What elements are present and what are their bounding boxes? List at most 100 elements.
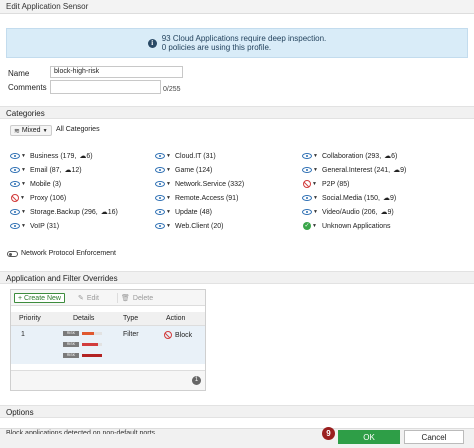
col-type: Type: [123, 315, 139, 322]
category-label: Web.Client (20): [175, 222, 224, 230]
delete-button[interactable]: 🗑 Delete: [117, 293, 156, 303]
risk-square: [82, 342, 86, 347]
category-action-dropdown[interactable]: ▼: [155, 165, 175, 175]
create-new-button[interactable]: + Create New: [14, 293, 65, 303]
window-title: Edit Application Sensor: [0, 0, 474, 14]
chevron-down-icon: ▼: [21, 153, 26, 159]
category-action-dropdown[interactable]: ▼: [302, 179, 322, 189]
category-label: VoIP (31): [30, 222, 60, 230]
cloud-count: 9): [389, 194, 397, 202]
category-item: ✓ ▼ Unknown Applications: [302, 221, 391, 231]
category-action-dropdown[interactable]: ▼: [302, 165, 322, 175]
all-categories-label: All Categories: [56, 126, 100, 133]
category-label: Cloud.IT (31): [175, 152, 216, 160]
chevron-down-icon: ▼: [313, 167, 318, 173]
row-action-label: Block: [175, 331, 193, 339]
info-line-2: 0 policies are using this profile.: [161, 43, 272, 52]
category-action-dropdown[interactable]: ▼: [302, 207, 322, 217]
category-item: ▼ Social.Media (150, ☁ 9): [302, 193, 396, 203]
category-item: ▼ Web.Client (20): [155, 221, 224, 231]
category-action-dropdown[interactable]: ▼: [10, 151, 30, 161]
chevron-down-icon: ▼: [312, 181, 317, 187]
risk-tag: RISK: [63, 342, 79, 347]
risk-square: [82, 353, 86, 358]
eye-icon: [155, 153, 165, 159]
chevron-down-icon: ▼: [313, 209, 318, 215]
category-action-dropdown[interactable]: ▼: [10, 165, 30, 175]
mixed-label: Mixed: [21, 127, 41, 134]
category-action-dropdown[interactable]: ▼: [155, 207, 175, 217]
category-item: ▼ Cloud.IT (31): [155, 151, 216, 161]
category-action-dropdown[interactable]: ▼: [155, 179, 175, 189]
row-count-badge: 1: [192, 376, 201, 385]
category-item: ▼ Mobile (3): [10, 179, 61, 189]
table-row[interactable]: 1 RISK RISK RISK Filter Block: [11, 326, 205, 364]
chevron-down-icon: ▼: [20, 195, 25, 201]
category-label: Business (179,: [30, 152, 77, 160]
delete-label: Delete: [132, 294, 154, 302]
cancel-button[interactable]: Cancel: [404, 430, 464, 444]
category-label: Collaboration (293,: [322, 152, 382, 160]
name-input[interactable]: block-high-risk: [50, 66, 183, 78]
dialog-footer: Block applications detected on non-defau…: [0, 428, 474, 448]
block-icon: [303, 180, 311, 188]
eye-icon: [155, 209, 165, 215]
mixed-dropdown[interactable]: ≋ Mixed ▼: [10, 125, 52, 136]
row-priority: 1: [21, 331, 25, 338]
category-action-dropdown[interactable]: ▼: [302, 151, 322, 161]
risk-tag: RISK: [63, 353, 79, 358]
name-label: Name: [8, 69, 30, 78]
chevron-down-icon: ▼: [21, 181, 26, 187]
options-header: Options: [0, 405, 474, 418]
info-banner: i 93 Cloud Applications require deep ins…: [6, 28, 468, 58]
category-action-dropdown[interactable]: ✓ ▼: [302, 221, 322, 231]
chevron-down-icon: ▼: [21, 209, 26, 215]
info-line-1: 93 Cloud Applications require deep inspe…: [161, 34, 327, 43]
cloud-count: 16): [107, 208, 118, 216]
chevron-down-icon: ▼: [312, 223, 317, 229]
category-action-dropdown[interactable]: ▼: [155, 193, 175, 203]
row-type: Filter: [123, 331, 139, 338]
eye-icon: [10, 181, 20, 187]
chevron-down-icon: ▼: [42, 127, 48, 134]
cloud-icon: ☁: [79, 152, 87, 160]
category-label: Email (87,: [30, 166, 62, 174]
block-icon: [11, 194, 19, 202]
eye-icon: [155, 167, 165, 173]
pencil-icon: ✎: [78, 294, 84, 302]
eye-icon: [302, 167, 312, 173]
eye-icon: [302, 195, 312, 201]
comments-textarea[interactable]: [50, 80, 161, 94]
category-action-dropdown[interactable]: ▼: [10, 221, 30, 231]
category-action-dropdown[interactable]: ▼: [302, 193, 322, 203]
category-action-dropdown[interactable]: ▼: [10, 207, 30, 217]
row-action: Block: [163, 331, 192, 339]
cloud-count: 6): [86, 152, 93, 160]
chevron-down-icon: ▼: [166, 195, 171, 201]
category-action-dropdown[interactable]: ▼: [10, 179, 30, 189]
network-protocol-toggle[interactable]: [7, 251, 18, 257]
cloud-icon: ☁: [100, 208, 108, 216]
overrides-table-header: Priority Details Type Action: [11, 312, 205, 326]
col-priority: Priority: [19, 315, 41, 322]
category-label: Storage.Backup (296,: [30, 208, 98, 216]
eye-icon: [155, 223, 165, 229]
category-label: Update (48): [175, 208, 212, 216]
risk-square: [94, 353, 98, 358]
overrides-footer: 1: [11, 370, 205, 390]
category-action-dropdown[interactable]: ▼: [10, 193, 30, 203]
block-icon: [164, 331, 172, 339]
risk-square: [90, 353, 94, 358]
category-item: ▼ Video/Audio (206, ☁ 9): [302, 207, 394, 217]
network-protocol-label: Network Protocol Enforcement: [21, 250, 116, 257]
category-action-dropdown[interactable]: ▼: [155, 151, 175, 161]
ok-button[interactable]: OK: [338, 430, 400, 444]
allow-check-icon: ✓: [303, 222, 311, 230]
edit-button[interactable]: ✎ Edit: [75, 293, 102, 303]
risk-square: [82, 331, 86, 336]
risk-square: [94, 331, 98, 336]
category-item: ▼ Remote.Access (91): [155, 193, 238, 203]
category-action-dropdown[interactable]: ▼: [155, 221, 175, 231]
category-item: ▼ VoIP (31): [10, 221, 59, 231]
risk-level-line: RISK: [63, 353, 102, 358]
